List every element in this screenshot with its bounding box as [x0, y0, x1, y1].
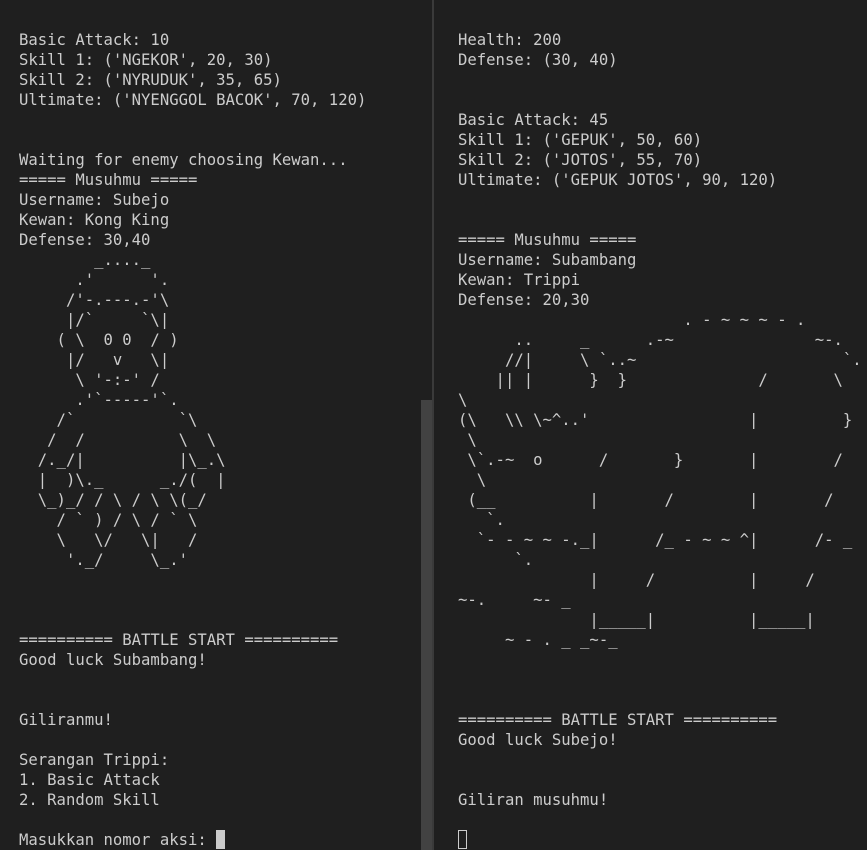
- right-terminal-text: Health: 200 Defense: (30, 40) Basic Atta…: [458, 31, 862, 809]
- right-terminal-output: Health: 200 Defense: (30, 40) Basic Atta…: [458, 30, 862, 850]
- right-terminal-pane[interactable]: Health: 200 Defense: (30, 40) Basic Atta…: [434, 0, 867, 850]
- left-terminal-text: Basic Attack: 10 Skill 1: ('NGEKOR', 20,…: [19, 31, 367, 849]
- left-terminal-pane[interactable]: Basic Attack: 10 Skill 1: ('NGEKOR', 20,…: [0, 0, 432, 850]
- left-terminal-cursor: [216, 830, 226, 849]
- left-terminal-scrollbar-thumb[interactable]: [421, 400, 432, 850]
- right-terminal-cursor: [458, 830, 467, 849]
- terminal-split-view: Basic Attack: 10 Skill 1: ('NGEKOR', 20,…: [0, 0, 867, 850]
- left-terminal-output: Basic Attack: 10 Skill 1: ('NGEKOR', 20,…: [19, 30, 366, 850]
